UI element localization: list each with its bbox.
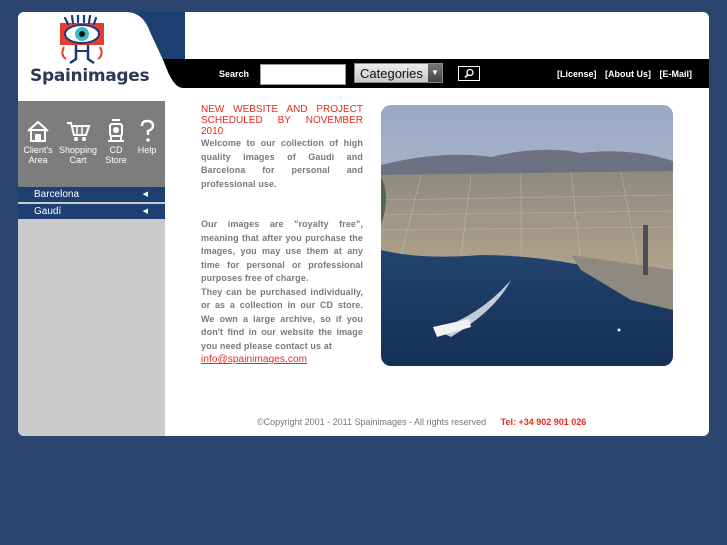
top-links: [License] [About Us] [E-Mail] <box>551 69 692 79</box>
search-button[interactable] <box>458 66 480 81</box>
copyright-text: ©Copyright 2001 - 2011 Spainimages - All… <box>257 417 487 427</box>
magnifier-icon <box>464 68 474 79</box>
email-link[interactable]: [E-Mail] <box>660 69 693 79</box>
clients-area-button[interactable]: Client's Area <box>18 119 58 165</box>
left-sidebar: Client's Area Shopping Cart CD Store Hel… <box>18 101 165 436</box>
royalty-free-paragraph: Our images are "royalty free", meaning t… <box>201 219 363 283</box>
clients-area-label-1: Client's <box>23 145 53 155</box>
house-icon <box>27 120 49 142</box>
nav-item-gaudi[interactable]: Gaudí ◀ <box>18 204 165 219</box>
page-container: Spainimages Search Categories ▼ [License… <box>18 12 709 436</box>
arrow-left-icon: ◀ <box>142 208 148 215</box>
chevron-down-icon: ▼ <box>428 64 442 82</box>
about-us-link[interactable]: [About Us] <box>605 69 651 79</box>
shopping-cart-button[interactable]: Shopping Cart <box>58 119 98 165</box>
barcelona-aerial-photo <box>381 105 673 366</box>
clients-area-label-2: Area <box>28 155 48 165</box>
intro-text: Welcome to our collection of high qualit… <box>201 137 363 367</box>
nav-item-barcelona[interactable]: Barcelona ◀ <box>18 187 165 202</box>
license-link[interactable]: [License] <box>557 69 597 79</box>
logo-icon[interactable] <box>56 13 108 67</box>
help-icon <box>140 119 155 142</box>
icon-panel: Client's Area Shopping Cart CD Store Hel… <box>18 101 165 187</box>
help-label: Help <box>137 145 157 155</box>
shopping-cart-icon <box>67 122 91 141</box>
arrow-left-icon: ◀ <box>142 191 148 198</box>
nav-item-label: Gaudí <box>34 206 62 217</box>
shopping-cart-label-2: Cart <box>69 155 87 165</box>
contact-email-link[interactable]: info@spainimages.com <box>201 354 307 365</box>
nav-item-label: Barcelona <box>34 189 80 200</box>
phone-number: Tel: +34 902 901 026 <box>500 417 587 427</box>
help-button[interactable]: Help <box>127 119 167 155</box>
search-label: Search <box>219 69 250 79</box>
purchase-paragraph: They can be purchased individually, or a… <box>201 286 363 351</box>
search-input[interactable] <box>260 64 346 85</box>
shopping-cart-label-1: Shopping <box>58 145 98 155</box>
intro-paragraph: Welcome to our collection of high qualit… <box>201 138 363 189</box>
categories-label: Categories <box>360 66 423 81</box>
footer: ©Copyright 2001 - 2011 Spainimages - All… <box>257 417 586 427</box>
news-headline: NEW WEBSITE AND PROJECT SCHEDULED BY NOV… <box>201 104 363 137</box>
category-nav: Barcelona ◀ Gaudí ◀ <box>18 187 165 221</box>
categories-dropdown[interactable]: Categories ▼ <box>354 63 443 83</box>
brand-name[interactable]: Spainimages <box>30 66 150 86</box>
cd-store-label-2: Store <box>105 155 127 165</box>
cd-store-icon <box>108 119 124 142</box>
